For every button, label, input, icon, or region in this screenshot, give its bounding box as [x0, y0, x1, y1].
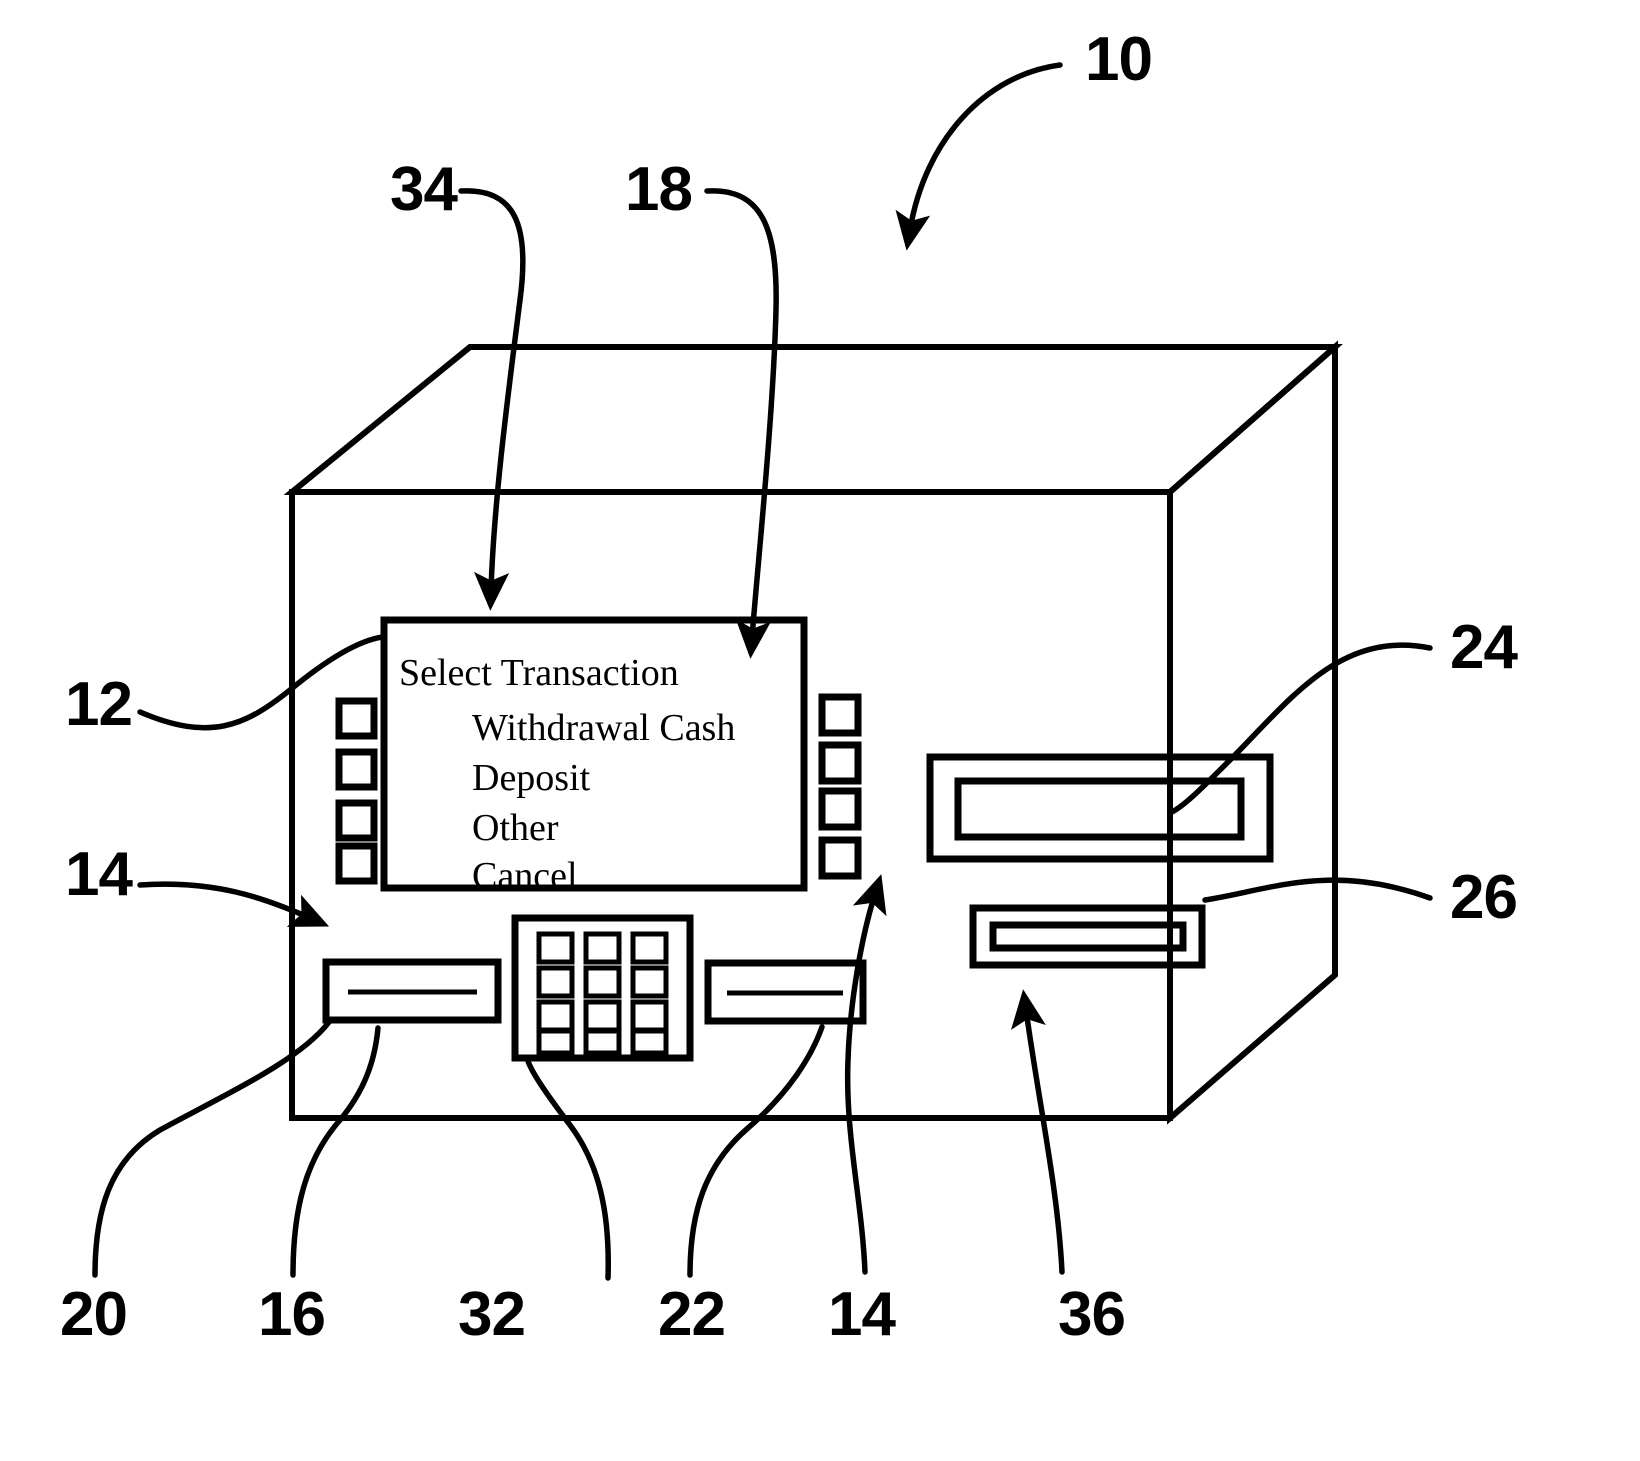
leader-line-10 — [895, 62, 1063, 251]
leader-line-16 — [290, 1025, 381, 1278]
keypad-key-12[interactable] — [630, 1028, 669, 1056]
leader-36 — [1011, 989, 1065, 1275]
left-key-3[interactable] — [335, 799, 378, 842]
keypad-key-8[interactable] — [583, 999, 622, 1033]
leader-line-36 — [1011, 989, 1065, 1275]
keypad-key-7[interactable] — [536, 999, 575, 1033]
keypad-key-3[interactable] — [630, 931, 669, 965]
keypad-key-6[interactable] — [630, 965, 669, 999]
figure-canvas: Select Transaction Withdrawal Cash Depos… — [60, 25, 1519, 1349]
right-key-4[interactable] — [818, 836, 862, 880]
keypad-key-9[interactable] — [630, 999, 669, 1033]
screen-option-3[interactable]: Cancel — [472, 855, 578, 897]
ref-numeral-12: 12 — [65, 670, 132, 739]
left-key-1[interactable] — [335, 697, 378, 740]
ref-numeral-36: 36 — [1058, 1280, 1125, 1349]
leader-26 — [1202, 877, 1433, 903]
leader-line-14-left — [137, 881, 330, 927]
ref-numeral-34: 34 — [390, 155, 458, 224]
ref-numeral-20: 20 — [60, 1280, 127, 1349]
card-reader-module[interactable] — [322, 958, 502, 1024]
leader-line-32 — [524, 1055, 611, 1281]
leader-line-12 — [137, 634, 386, 731]
leader-line-24 — [1169, 642, 1433, 815]
leader-32 — [524, 1055, 611, 1281]
leader-line-26 — [1202, 877, 1433, 903]
ref-numeral-16: 16 — [258, 1280, 325, 1349]
right-key-1[interactable] — [818, 693, 862, 737]
cabinet-right-face — [1167, 340, 1338, 1125]
left-function-keys[interactable] — [335, 697, 378, 885]
keypad[interactable] — [511, 914, 694, 1062]
right-key-2[interactable] — [818, 741, 862, 785]
right-function-keys[interactable] — [818, 693, 862, 880]
cabinet-top-face — [283, 344, 1343, 495]
keypad-key-10[interactable] — [536, 1028, 575, 1056]
ref-numeral-14-bottom: 14 — [828, 1280, 896, 1349]
leader-18 — [704, 188, 779, 659]
leader-line-34 — [458, 188, 526, 611]
leader-22 — [687, 1024, 825, 1278]
right-key-3[interactable] — [818, 787, 862, 831]
keypad-key-2[interactable] — [583, 931, 622, 965]
keypad-key-1[interactable] — [536, 931, 575, 965]
keypad-key-4[interactable] — [536, 965, 575, 999]
keypad-key-11[interactable] — [583, 1028, 622, 1056]
leader-14-right — [844, 874, 887, 1275]
left-key-4[interactable] — [335, 842, 378, 885]
keypad-key-5[interactable] — [583, 965, 622, 999]
ref-numeral-26: 26 — [1450, 863, 1517, 932]
patent-figure: Select Transaction Withdrawal Cash Depos… — [0, 0, 1640, 1461]
leader-14-left — [137, 881, 330, 927]
leader-line-18 — [704, 188, 779, 659]
envelope-slot-module[interactable] — [704, 959, 867, 1025]
ref-numeral-14-left: 14 — [65, 840, 133, 909]
screen-option-1[interactable]: Deposit — [472, 757, 591, 799]
leader-16 — [290, 1025, 381, 1278]
screen-option-2[interactable]: Other — [472, 807, 559, 849]
ref-numeral-18: 18 — [625, 155, 692, 224]
screen-heading: Select Transaction — [399, 652, 679, 694]
leader-34 — [458, 188, 526, 611]
leader-line-14-right — [844, 874, 887, 1275]
left-key-2[interactable] — [335, 748, 378, 791]
ref-numeral-32: 32 — [458, 1280, 525, 1349]
screen-option-0[interactable]: Withdrawal Cash — [472, 707, 735, 749]
ref-numeral-10: 10 — [1085, 25, 1152, 94]
leader-line-22 — [687, 1024, 825, 1278]
ref-numeral-22: 22 — [658, 1280, 725, 1349]
ref-numeral-24: 24 — [1450, 613, 1518, 682]
atm-cabinet — [283, 340, 1343, 1125]
leader-12 — [137, 634, 386, 731]
cash-dispenser-inner — [989, 921, 1187, 952]
leader-10 — [895, 62, 1063, 251]
leader-24 — [1169, 642, 1433, 815]
screen-text-group: Select Transaction Withdrawal Cash Depos… — [399, 652, 735, 897]
